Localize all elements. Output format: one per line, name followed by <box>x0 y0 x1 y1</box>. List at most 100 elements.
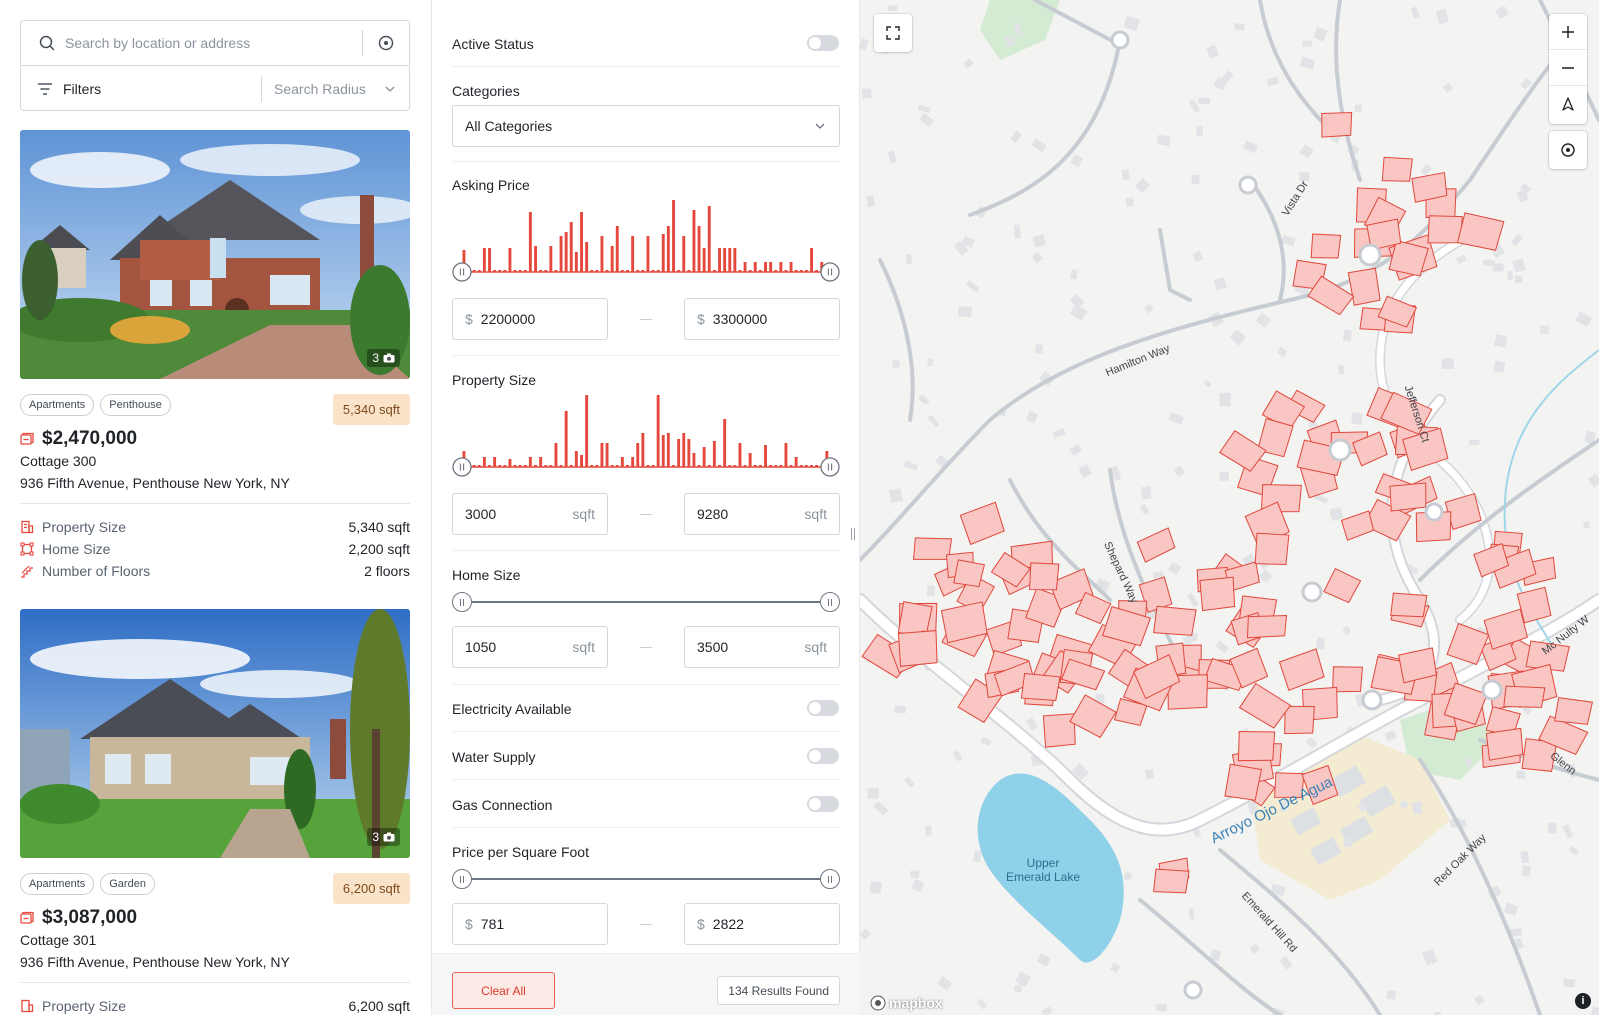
parcel-shape[interactable] <box>958 500 1008 547</box>
parcel-shape[interactable] <box>1323 567 1362 604</box>
asking-price-max-input[interactable]: $ 3300000 <box>684 298 840 340</box>
parcel-shape[interactable] <box>953 559 986 588</box>
listing-name[interactable]: Cottage 300 <box>20 453 96 469</box>
search-radius-select[interactable]: Search Radius <box>262 67 409 110</box>
photo-count: 3 <box>372 830 379 844</box>
slider-min-handle[interactable] <box>452 592 472 612</box>
price-per-sqft-slider[interactable] <box>452 869 840 889</box>
building-footprint <box>1587 473 1599 488</box>
parcel-shape[interactable] <box>1197 574 1239 612</box>
property-size-bar <box>508 459 512 467</box>
categories-select[interactable]: All Categories <box>452 105 840 147</box>
asking-price-min-input[interactable]: $ 2200000 <box>452 298 608 340</box>
fullscreen-button[interactable] <box>874 14 912 52</box>
photo-count-badge: 3 <box>367 828 400 846</box>
zoom-in-button[interactable] <box>1549 14 1587 50</box>
parcel-shape[interactable] <box>1381 156 1413 183</box>
parcel-shape[interactable] <box>895 628 941 669</box>
compass-button[interactable] <box>1549 86 1587 122</box>
zoom-out-button[interactable] <box>1549 50 1587 86</box>
electricity-toggle[interactable] <box>807 700 839 716</box>
locate-me-button[interactable] <box>363 21 409 65</box>
parcel-shape[interactable] <box>1236 729 1276 763</box>
slider-max-handle[interactable] <box>820 869 840 889</box>
tag[interactable]: Apartments <box>20 394 95 416</box>
histogram-min-handle[interactable] <box>452 457 472 477</box>
stat-row: Property Size 5,340 sqft <box>20 519 410 535</box>
geolocate-button[interactable] <box>1549 131 1587 169</box>
building-footprint <box>980 737 992 746</box>
parcel-shape[interactable] <box>1020 672 1061 701</box>
listing-photo[interactable]: 3 <box>20 609 410 858</box>
building-footprint <box>1109 962 1121 973</box>
building-footprint <box>1455 254 1467 265</box>
parcel-shape[interactable] <box>1238 682 1292 730</box>
price-line: $3,087,000 <box>20 907 137 929</box>
minus-icon <box>1562 66 1574 69</box>
home-size-max-input[interactable]: 3500 sqft <box>684 626 840 668</box>
tag[interactable]: Penthouse <box>100 394 171 416</box>
price-per-sqft-min-input[interactable]: $ 781 <box>452 903 608 945</box>
parcel-shape[interactable] <box>1153 868 1190 894</box>
parcel-shape[interactable] <box>1245 613 1288 640</box>
listing-card[interactable]: 3 Apartments Garden 6,200 sqft $3,087,00… <box>20 609 410 1014</box>
house-photo-image <box>20 130 410 379</box>
parcel-shape[interactable] <box>1224 763 1263 801</box>
map-view[interactable]: Vista Dr Hamilton Way Jefferson Ct Shepa… <box>860 0 1599 1015</box>
panel-resize-handle[interactable] <box>850 528 856 542</box>
property-size-min-input[interactable]: 3000 sqft <box>452 493 608 535</box>
asking-price-bar <box>764 262 767 272</box>
gas-connection-toggle[interactable] <box>807 796 839 812</box>
parcel-shape[interactable] <box>1390 592 1428 618</box>
zoom-controls <box>1549 14 1587 124</box>
building-footprint <box>1510 233 1524 247</box>
home-size-min-input[interactable]: 1050 sqft <box>452 626 608 668</box>
building-footprint <box>1520 851 1530 864</box>
filters-button[interactable]: Filters <box>21 67 261 110</box>
parcel-shape[interactable] <box>1069 694 1117 739</box>
building-footprint <box>1482 259 1495 266</box>
parcel-shape[interactable] <box>1153 605 1197 636</box>
building-footprint <box>1139 504 1150 516</box>
parcel-shape[interactable] <box>1345 265 1384 307</box>
building-footprint <box>1520 77 1532 90</box>
building-footprint <box>1009 130 1023 144</box>
histogram-max-handle[interactable] <box>820 457 840 477</box>
listing-name[interactable]: Cottage 301 <box>20 932 96 948</box>
water-supply-toggle[interactable] <box>807 748 839 764</box>
info-button[interactable]: i <box>1575 993 1591 1009</box>
property-size-bar <box>585 395 589 467</box>
building-footprint <box>1493 360 1506 373</box>
listing-card[interactable]: 3 Apartments Penthouse 5,340 sqft $2,470… <box>20 130 410 579</box>
currency-symbol: $ <box>697 916 705 932</box>
active-status-toggle[interactable] <box>807 35 839 51</box>
asking-price-bar <box>779 262 783 272</box>
property-size-bar <box>574 451 578 467</box>
parcel-shape[interactable] <box>1028 561 1061 591</box>
parcel-shape[interactable] <box>1310 232 1342 259</box>
parcel-shape[interactable] <box>1456 212 1505 251</box>
tag[interactable]: Apartments <box>20 873 95 895</box>
parcel-shape[interactable] <box>1503 685 1546 709</box>
parcel-shape[interactable] <box>1319 110 1355 140</box>
price-per-sqft-max-input[interactable]: $ 2822 <box>684 903 840 945</box>
parcel-shape[interactable] <box>1135 525 1179 564</box>
slider-max-handle[interactable] <box>820 592 840 612</box>
parcel-shape[interactable] <box>1254 532 1290 566</box>
building-footprint <box>1343 836 1353 848</box>
tag[interactable]: Garden <box>100 873 155 895</box>
parcel-shape[interactable] <box>1554 697 1594 725</box>
histogram-max-handle[interactable] <box>820 262 840 282</box>
building-footprint <box>1266 76 1280 87</box>
listing-photo[interactable]: 3 <box>20 130 410 379</box>
property-size-max-input[interactable]: 9280 sqft <box>684 493 840 535</box>
photo-count-badge: 3 <box>367 349 400 367</box>
slider-min-handle[interactable] <box>452 869 472 889</box>
search-input[interactable] <box>65 21 362 65</box>
home-size-slider[interactable] <box>452 592 840 612</box>
building-footprint <box>904 776 915 788</box>
mapbox-logo[interactable]: mapbox <box>870 995 943 1011</box>
clear-all-button[interactable]: Clear All <box>452 972 555 1009</box>
parcel-shape[interactable] <box>1277 646 1328 692</box>
histogram-min-handle[interactable] <box>452 262 472 282</box>
